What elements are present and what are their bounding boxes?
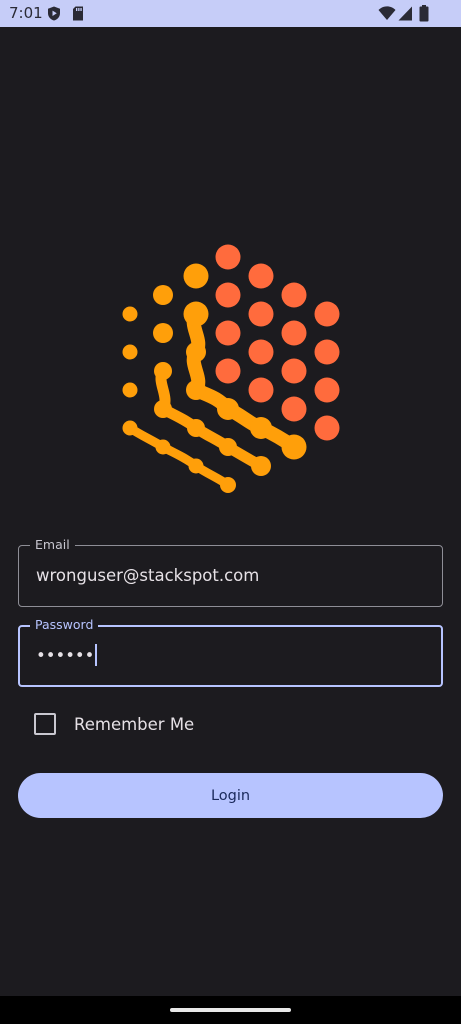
stackspot-logo-icon [122, 244, 340, 493]
status-bar: 7:01 [0, 0, 461, 27]
logo-amber-strands [125, 307, 301, 490]
email-label: Email [30, 537, 75, 553]
login-screen: 7:01 Email wronguser@stackspot.com Passw… [0, 0, 461, 1024]
navigation-bar [0, 996, 461, 1024]
email-input[interactable]: wronguser@stackspot.com [36, 564, 259, 588]
cellular-signal-icon [398, 6, 412, 21]
status-time: 7:01 [9, 4, 43, 22]
password-input[interactable]: •••••• [36, 644, 98, 668]
shield-play-icon [48, 6, 60, 21]
home-gesture-handle[interactable] [170, 1008, 291, 1012]
remember-me-checkbox[interactable] [34, 713, 56, 735]
battery-icon [419, 5, 429, 22]
login-button-label: Login [210, 787, 251, 804]
remember-me-label: Remember Me [74, 714, 195, 734]
wifi-icon [378, 6, 396, 20]
text-cursor [95, 644, 98, 666]
email-field[interactable]: Email wronguser@stackspot.com [18, 537, 443, 607]
password-label: Password [30, 617, 99, 633]
sd-card-icon [73, 6, 83, 21]
password-mask: •••••• [36, 646, 95, 665]
remember-me-row[interactable]: Remember Me [34, 712, 194, 736]
password-field[interactable]: Password •••••• [18, 617, 443, 687]
login-button[interactable]: Login [18, 773, 443, 818]
